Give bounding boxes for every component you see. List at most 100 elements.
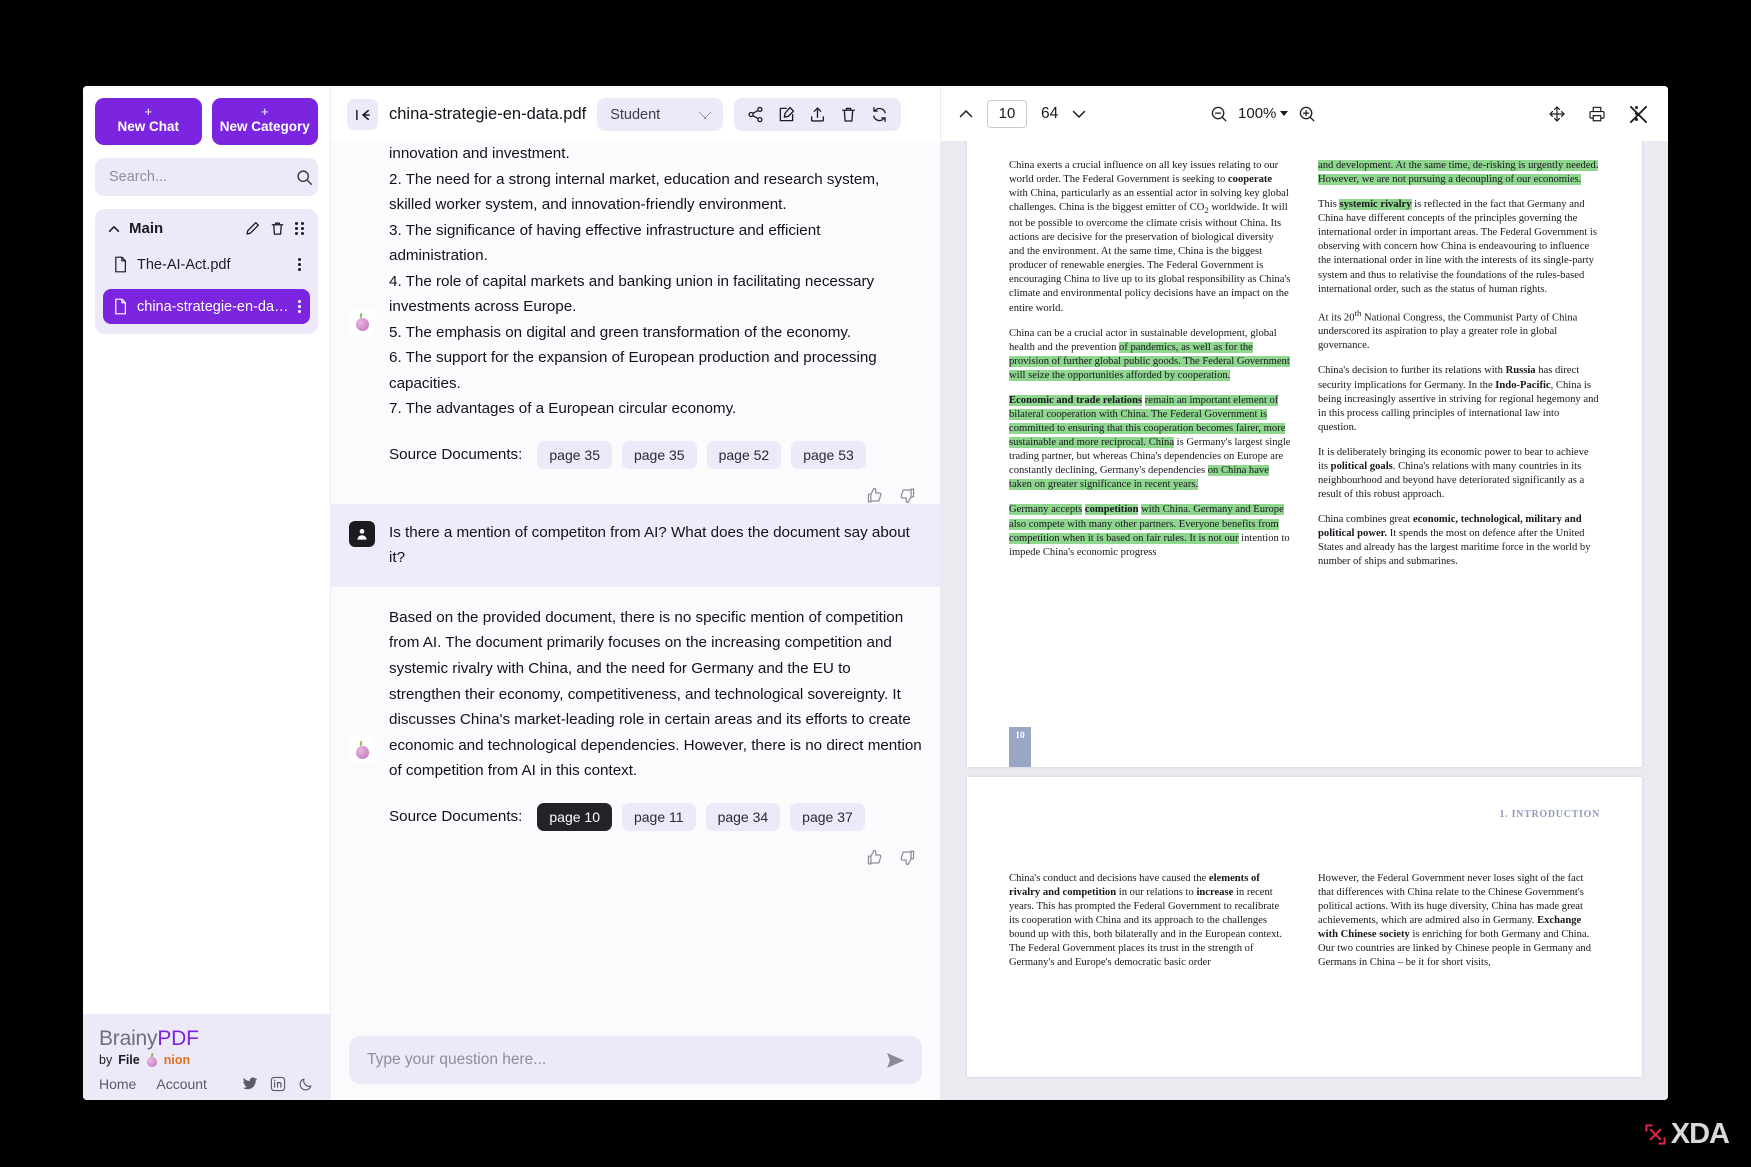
source-documents-label: Source Documents: — [389, 808, 523, 826]
assistant-avatar — [349, 309, 375, 336]
pdf-page-10: China exerts a crucial influence on all … — [967, 141, 1642, 767]
user-message-content: Is there a mention of competiton from AI… — [389, 520, 922, 571]
sidebar-footer: BrainyPDF by File nion Home Account — [83, 1013, 330, 1100]
drag-handle-icon[interactable] — [295, 222, 304, 236]
pdf-column-left: China's conduct and decisions have cause… — [1009, 872, 1291, 982]
composer-input-wrapper[interactable] — [349, 1036, 922, 1084]
edit-square-icon — [779, 106, 795, 122]
by-label: by — [99, 1053, 113, 1067]
sidebar: + New Chat + New Category Ma — [83, 86, 331, 1100]
assistant-message: innovation and investment. 2. The need f… — [331, 141, 940, 504]
search-box[interactable] — [95, 158, 318, 197]
chevron-up-icon — [959, 109, 973, 117]
dark-mode-icon[interactable] — [298, 1076, 314, 1092]
zoom-in-button[interactable] — [1292, 99, 1322, 129]
pdf-paragraph: It is deliberately bringing its economic… — [1318, 446, 1589, 501]
user-message-text: Is there a mention of competiton from AI… — [389, 523, 910, 567]
thumbs-up-icon[interactable] — [866, 849, 883, 866]
pdf-zoom-controls: 100% — [1204, 99, 1322, 129]
source-chip[interactable]: page 35 — [537, 440, 612, 469]
edit-button[interactable] — [774, 102, 799, 127]
pdf-page-navigation: 64 — [951, 99, 1094, 129]
print-button[interactable] — [1582, 99, 1612, 129]
search-input[interactable] — [109, 169, 296, 186]
sidebar-document-item[interactable]: The-AI-Act.pdf — [103, 247, 310, 282]
share-button[interactable] — [743, 102, 768, 127]
pdf-paragraph: China can be a crucial actor in sustaina… — [1009, 327, 1290, 381]
more-options-icon[interactable] — [298, 258, 301, 272]
previous-page-button[interactable] — [951, 99, 981, 129]
refresh-button[interactable] — [867, 102, 892, 127]
pdf-toolbar: 64 100% — [941, 86, 1668, 141]
assistant-avatar — [349, 736, 375, 763]
footer-social-icons — [242, 1076, 314, 1092]
sidebar-top: + New Chat + New Category — [83, 86, 330, 197]
page-number-input[interactable] — [987, 99, 1027, 128]
twitter-icon[interactable] — [242, 1076, 258, 1092]
new-chat-button[interactable]: + New Chat — [95, 98, 202, 146]
new-buttons-row: + New Chat + New Category — [95, 98, 318, 146]
thumbs-down-icon[interactable] — [899, 849, 916, 866]
source-chip[interactable]: page 35 — [621, 440, 697, 469]
source-chip[interactable]: page 53 — [791, 440, 866, 469]
edit-icon[interactable] — [245, 221, 260, 236]
source-chip[interactable]: page 11 — [621, 802, 696, 831]
sidebar-document-item-active[interactable]: china-strategie-en-data.... — [103, 289, 310, 325]
pdf-pages-scroll[interactable]: China exerts a crucial influence on all … — [941, 141, 1668, 1100]
feedback-row — [389, 849, 922, 866]
plus-icon: + — [144, 104, 153, 119]
page-total-count: 64 — [1041, 104, 1059, 122]
thumbs-up-icon[interactable] — [866, 487, 883, 504]
assistant-message-text: innovation and investment. 2. The need f… — [389, 145, 880, 418]
xda-watermark: XDA — [1644, 1118, 1730, 1151]
zoom-out-button[interactable] — [1204, 99, 1234, 129]
user-avatar — [349, 520, 375, 547]
assistant-message: Based on the provided document, there is… — [331, 586, 940, 866]
company-part-1: File — [118, 1053, 140, 1067]
chat-messages: innovation and investment. 2. The need f… — [331, 141, 940, 1023]
user-avatar-column — [349, 520, 389, 571]
chat-input[interactable] — [367, 1051, 885, 1069]
file-icon — [115, 256, 126, 273]
pan-tool-button[interactable] — [1542, 99, 1572, 129]
chevron-up-icon[interactable] — [107, 222, 121, 236]
role-select[interactable]: Student — [597, 98, 724, 131]
upload-button[interactable] — [805, 102, 830, 127]
more-options-icon[interactable] — [298, 300, 301, 314]
footer-link-home[interactable]: Home — [99, 1076, 136, 1092]
linkedin-icon[interactable] — [270, 1076, 286, 1092]
send-button[interactable] — [885, 1050, 906, 1071]
assistant-avatar-column — [349, 605, 389, 866]
file-icon — [115, 298, 126, 315]
footer-links: Home Account — [99, 1076, 314, 1092]
new-category-button[interactable]: + New Category — [211, 98, 318, 146]
onion-icon — [146, 1052, 158, 1067]
chat-composer — [331, 1023, 940, 1100]
next-page-button[interactable] — [1064, 99, 1094, 129]
footer-link-account[interactable]: Account — [156, 1076, 207, 1092]
delete-icon[interactable] — [270, 221, 285, 236]
pdf-section-label: 1. INTRODUCTION — [1499, 809, 1600, 820]
category-header[interactable]: Main — [103, 217, 310, 240]
document-name: china-strategie-en-data.... — [137, 298, 289, 315]
pdf-paragraph: and development. At the same time, de-ri… — [1318, 160, 1599, 186]
source-chip[interactable]: page 37 — [790, 802, 865, 831]
byline: by File nion — [99, 1052, 314, 1067]
xda-logo-icon — [1645, 1124, 1666, 1145]
onion-icon — [355, 313, 370, 332]
new-category-label: New Category — [219, 119, 310, 135]
source-documents-row: Source Documents: page 10 page 11 page 3… — [389, 802, 922, 831]
source-chip-selected[interactable]: page 10 — [537, 802, 612, 831]
close-icon — [1629, 105, 1647, 123]
collapse-sidebar-button[interactable] — [347, 99, 378, 130]
delete-button[interactable] — [836, 102, 861, 127]
source-chip[interactable]: page 34 — [705, 802, 781, 831]
zoom-out-icon — [1211, 106, 1227, 121]
user-message: Is there a mention of competiton from AI… — [331, 503, 940, 587]
source-chip[interactable]: page 52 — [706, 440, 782, 469]
brand-part-2: PDF — [157, 1027, 199, 1050]
thumbs-down-icon[interactable] — [899, 487, 916, 504]
pdf-column-left: China exerts a crucial influence on all … — [1009, 159, 1291, 580]
zoom-level-selector[interactable]: 100% — [1238, 105, 1289, 122]
close-button[interactable] — [1624, 100, 1652, 128]
